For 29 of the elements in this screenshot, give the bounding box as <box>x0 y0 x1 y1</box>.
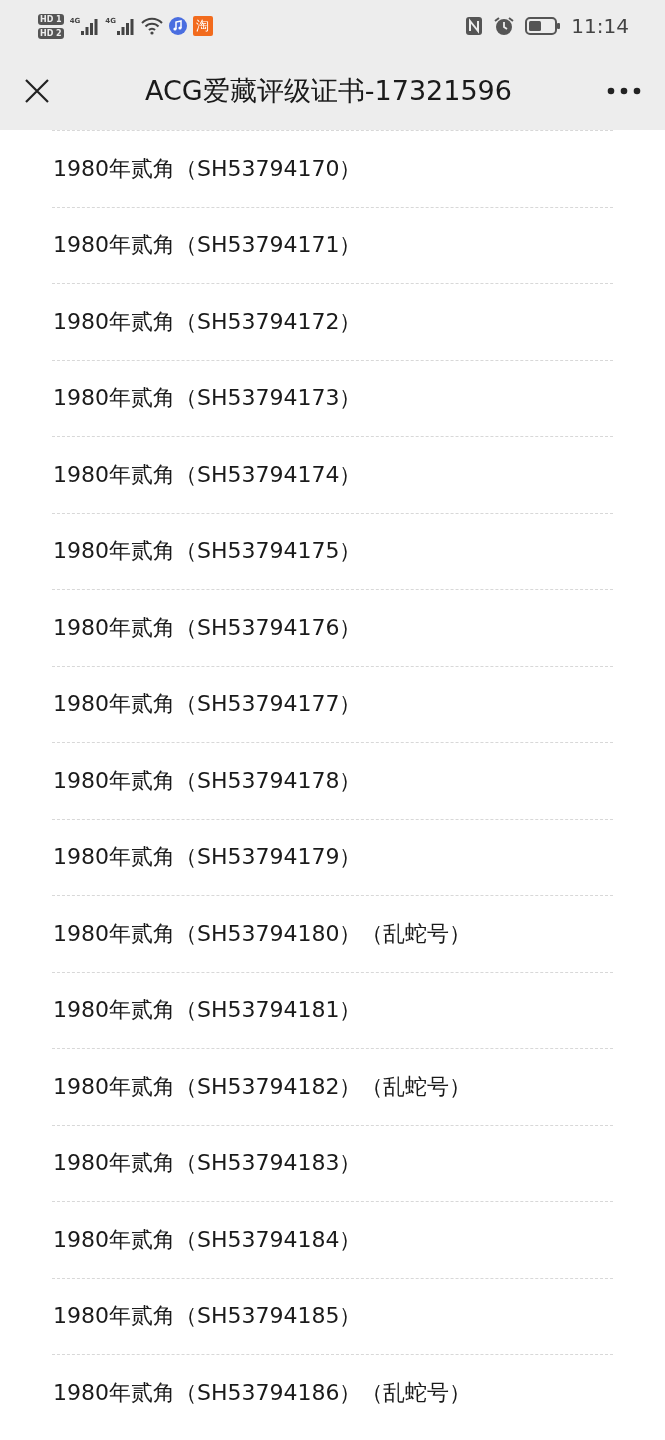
list-item[interactable]: 1980年贰角（SH53794180）（乱蛇号） <box>52 918 472 949</box>
signal-icon <box>116 17 135 35</box>
signal-icon <box>81 17 100 35</box>
list-item[interactable]: 1980年贰角（SH53794182）（乱蛇号） <box>52 1071 472 1102</box>
list-item[interactable]: 1980年贰角（SH53794186）（乱蛇号） <box>52 1377 472 1408</box>
list-item[interactable]: 1980年贰角（SH53794181） <box>52 995 362 1026</box>
list-item[interactable]: 1980年贰角（SH53794177） <box>52 689 362 720</box>
list-item[interactable]: 1980年贰角（SH53794179） <box>52 842 362 873</box>
list-item[interactable]: 1980年贰角（SH53794176） <box>52 612 362 643</box>
sim-badge: HD 1 <box>38 13 64 25</box>
alarm-icon <box>493 16 516 36</box>
music-icon <box>168 17 187 35</box>
list-item[interactable]: 1980年贰角（SH53794173） <box>52 383 362 414</box>
app-badge: 淘 <box>192 16 213 36</box>
list-item[interactable]: 1980年贰角（SH53794178） <box>52 765 362 796</box>
wifi-icon <box>140 17 163 35</box>
page-title: ACG爱藏评级证书-17321596 <box>144 74 513 108</box>
battery-icon <box>525 16 562 36</box>
list-item[interactable]: 1980年贰角（SH53794184） <box>52 1224 362 1255</box>
list-item[interactable]: 1980年贰角（SH53794175） <box>52 536 362 567</box>
nfc-icon <box>465 16 484 36</box>
list-item[interactable]: 1980年贰角（SH53794171） <box>52 230 362 261</box>
sim-badge: HD 2 <box>38 27 64 39</box>
list-item[interactable]: 1980年贰角（SH53794172） <box>52 306 362 337</box>
list-item[interactable]: 1980年贰角（SH53794170） <box>52 153 362 184</box>
list-item[interactable]: 1980年贰角（SH53794183） <box>52 1148 362 1179</box>
clock-time: 11:14 <box>571 14 629 38</box>
list-item[interactable]: 1980年贰角（SH53794174） <box>52 459 362 490</box>
list-item[interactable]: 1980年贰角（SH53794185） <box>52 1301 362 1332</box>
